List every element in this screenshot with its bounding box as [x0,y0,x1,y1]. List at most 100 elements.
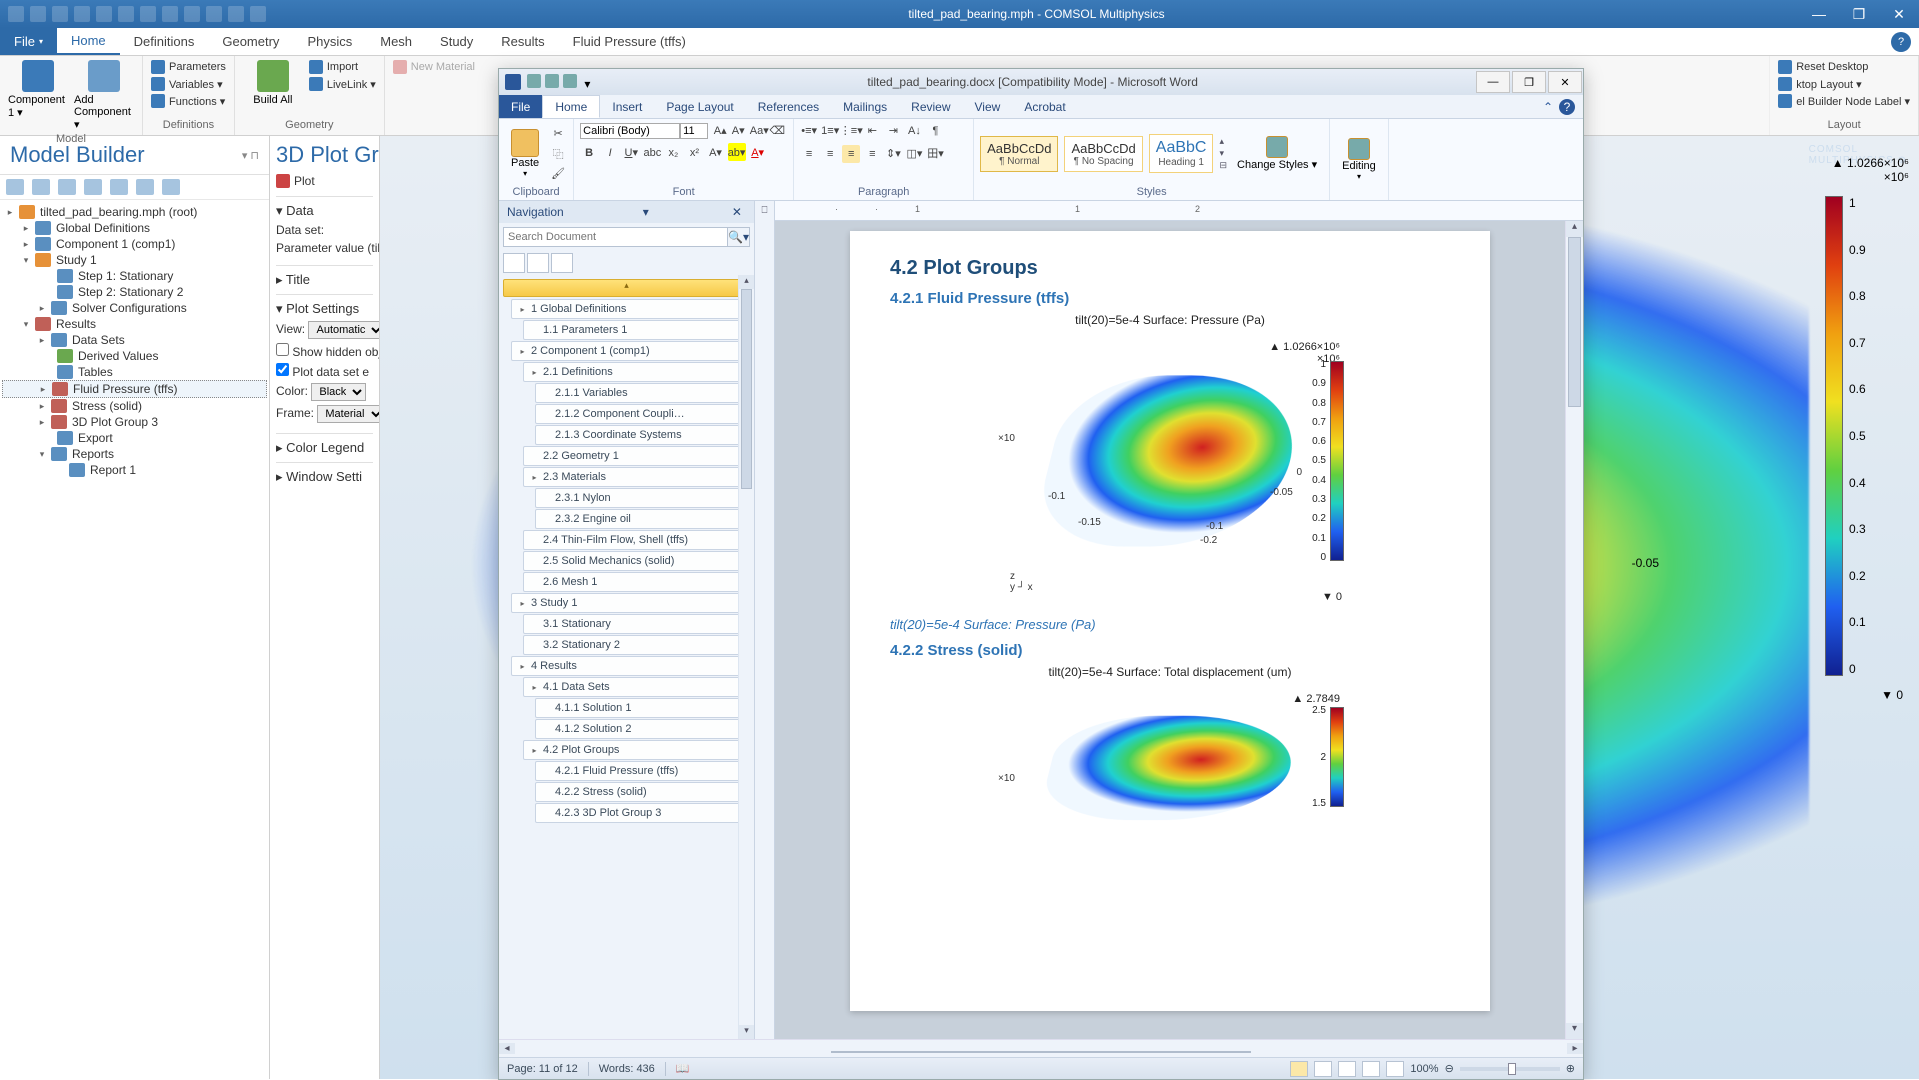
cut-icon[interactable]: ✂ [549,125,567,143]
nav-item[interactable]: 2.1.2 Component Coupli… [535,404,750,424]
zoom-out-button[interactable]: ⊖ [1445,1062,1454,1075]
nav-scrollbar[interactable]: ▴▾ [738,275,754,1039]
align-center-icon[interactable]: ≡ [821,145,839,163]
word-qat[interactable]: ▾ [527,74,590,91]
shading-icon[interactable]: ◫▾ [905,144,923,162]
nav-item[interactable]: 4.2.3 3D Plot Group 3 [535,803,750,823]
tab-study[interactable]: Study [426,28,487,55]
ruler-toggle[interactable]: ⎕ [755,201,775,1039]
align-left-icon[interactable]: ≡ [800,145,818,163]
view-read-icon[interactable] [1314,1061,1332,1077]
tree-stress[interactable]: ▸Stress (solid) [2,398,267,414]
variables-button[interactable]: Variables ▾ [151,77,226,91]
editing-button[interactable]: Editing▾ [1336,136,1382,183]
tree-derived[interactable]: Derived Values [2,348,267,364]
comsol-qat[interactable] [0,6,274,22]
frame-select[interactable]: Material [317,405,380,423]
nav-item[interactable]: ▸3 Study 1 [511,593,750,613]
nav-item[interactable]: ▸4 Results [511,656,750,676]
borders-icon[interactable]: 田▾ [927,144,945,162]
word-tab-review[interactable]: Review [899,95,962,118]
tree-fluid-pressure[interactable]: ▸Fluid Pressure (tffs) [2,380,267,398]
grow-font-icon[interactable]: A▴ [711,121,729,139]
nav-item[interactable]: ▸4.1 Data Sets [523,677,750,697]
change-case-icon[interactable]: Aa▾ [750,121,768,139]
functions-button[interactable]: Functions ▾ [151,94,226,108]
color-select[interactable]: Black [311,383,366,401]
bold-icon[interactable]: B [580,144,598,162]
tree-study1[interactable]: ▾Study 1 [2,252,267,268]
format-painter-icon[interactable]: 🖌 [549,165,567,183]
zoom-level[interactable]: 100% [1410,1063,1438,1075]
tab-fluid-pressure[interactable]: Fluid Pressure (tffs) [559,28,700,55]
view-print-icon[interactable] [1290,1061,1308,1077]
status-page[interactable]: Page: 11 of 12 [507,1063,578,1075]
nav-item[interactable]: 3.2 Stationary 2 [523,635,750,655]
nav-item[interactable]: ▸4.2 Plot Groups [523,740,750,760]
close-button[interactable]: ✕ [1879,1,1919,27]
shrink-font-icon[interactable]: A▾ [729,121,747,139]
help-icon[interactable]: ? [1891,32,1911,52]
decrease-indent-icon[interactable]: ⇤ [863,121,881,139]
word-tab-view[interactable]: View [963,95,1013,118]
tree-step1[interactable]: Step 1: Stationary [2,268,267,284]
tree-tables[interactable]: Tables [2,364,267,380]
show-hidden-checkbox[interactable] [276,343,289,356]
tab-home[interactable]: Home [57,28,120,55]
nav-item[interactable]: 1.1 Parameters 1 [523,320,750,340]
nav-close-icon[interactable]: ✕ [728,205,746,219]
tree-datasets[interactable]: ▸Data Sets [2,332,267,348]
text-effect-icon[interactable]: A▾ [707,143,725,161]
nav-item[interactable]: 4.1.1 Solution 1 [535,698,750,718]
nav-item[interactable]: 4.2.2 Stress (solid) [535,782,750,802]
search-icon[interactable]: 🔍▾ [728,227,750,247]
status-words[interactable]: Words: 436 [599,1063,655,1075]
copy-icon[interactable]: ⿻ [549,145,567,163]
word-restore-button[interactable]: ❐ [1512,71,1546,93]
tree-global-defs[interactable]: ▸Global Definitions [2,220,267,236]
tree-reports[interactable]: ▾Reports [2,446,267,462]
word-tab-file[interactable]: File [499,95,542,118]
nav-item[interactable]: 2.4 Thin-Film Flow, Shell (tffs) [523,530,750,550]
word-minimize-button[interactable]: — [1476,71,1510,93]
bullets-icon[interactable]: •≡▾ [800,121,818,139]
style-normal[interactable]: AaBbCcDd¶ Normal [980,136,1058,172]
underline-icon[interactable]: U▾ [622,144,640,162]
nav-item[interactable]: 2.5 Solid Mechanics (solid) [523,551,750,571]
nav-item[interactable]: 2.3.1 Nylon [535,488,750,508]
nav-item[interactable]: 2.3.2 Engine oil [535,509,750,529]
nav-dropdown-icon[interactable]: ▾ [643,205,649,219]
word-tab-acrobat[interactable]: Acrobat [1012,95,1077,118]
tab-definitions[interactable]: Definitions [120,28,209,55]
tree-root[interactable]: ▸tilted_pad_bearing.mph (root) [2,204,267,220]
nav-item[interactable]: 3.1 Stationary [523,614,750,634]
tree-plotgroup3[interactable]: ▸3D Plot Group 3 [2,414,267,430]
font-color-icon[interactable]: A▾ [749,144,767,162]
word-close-button[interactable]: ✕ [1548,71,1582,93]
view-web-icon[interactable] [1338,1061,1356,1077]
horizontal-ruler[interactable]: ··112 [775,201,1583,221]
new-material-button[interactable]: New Material [393,60,475,74]
nav-item[interactable]: 2.1.3 Coordinate Systems [535,425,750,445]
horizontal-scrollbar[interactable]: ◂▸ [499,1039,1583,1057]
highlight-icon[interactable]: ab▾ [728,143,746,161]
status-proof-icon[interactable]: 📖 [676,1062,690,1075]
align-right-icon[interactable]: ≡ [842,145,860,163]
livelink-button[interactable]: LiveLink ▾ [309,77,376,91]
strike-icon[interactable]: abc [643,144,661,162]
model-builder-toolbar[interactable] [0,175,269,200]
style-heading1[interactable]: AaBbCHeading 1 [1149,134,1214,173]
style-nospacing[interactable]: AaBbCcDd¶ No Spacing [1064,136,1142,172]
plot-data-checkbox[interactable] [276,363,289,376]
reset-desktop-button[interactable]: Reset Desktop [1778,60,1910,74]
node-label-button[interactable]: el Builder Node Label ▾ [1778,94,1910,108]
word-tab-insert[interactable]: Insert [600,95,654,118]
subscript-icon[interactable]: x₂ [664,144,682,162]
word-titlebar[interactable]: ▾ tilted_pad_bearing.docx [Compatibility… [499,69,1583,95]
vertical-scrollbar[interactable]: ▴▾ [1565,221,1583,1039]
zoom-slider[interactable] [1460,1067,1560,1071]
increase-indent-icon[interactable]: ⇥ [884,121,902,139]
tree-solver[interactable]: ▸Solver Configurations [2,300,267,316]
nav-search-input[interactable] [503,227,728,247]
paste-button[interactable]: Paste▾ [505,127,545,180]
